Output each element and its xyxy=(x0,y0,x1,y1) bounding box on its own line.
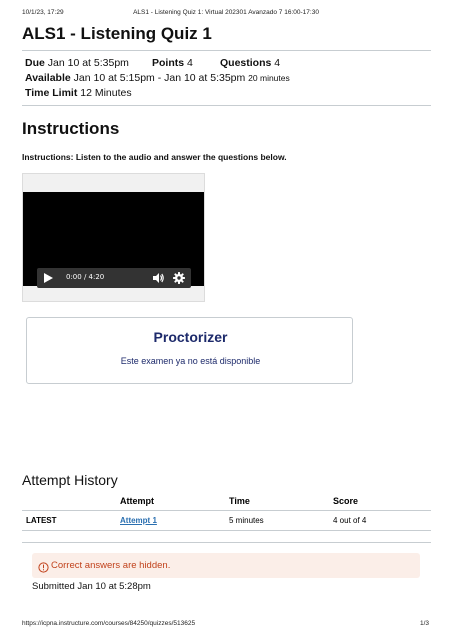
points-value: 4 xyxy=(187,57,193,69)
correct-answers-alert: Correct answers are hidden. xyxy=(32,553,420,578)
proctorizer-message: Este examen ya no está disponible xyxy=(120,356,261,366)
gear-icon[interactable] xyxy=(172,271,186,285)
questions-label: Questions xyxy=(220,57,272,69)
attempt-score: 4 out of 4 xyxy=(333,516,367,525)
volume-icon[interactable] xyxy=(151,271,165,285)
print-header: 10/1/23, 17:29 ALS1 - Listening Quiz 1: … xyxy=(0,9,452,21)
time-limit-label: Time Limit xyxy=(25,87,78,99)
attempt-history-heading: Attempt History xyxy=(22,472,118,488)
available-group: Available Jan 10 at 5:15pm - Jan 10 at 5… xyxy=(25,72,290,84)
attempt-link[interactable]: Attempt 1 xyxy=(120,516,157,525)
available-value: Jan 10 at 5:15pm - Jan 10 at 5:35pm xyxy=(73,72,246,84)
alert-text: Correct answers are hidden. xyxy=(51,560,171,571)
print-doc-title: ALS1 - Listening Quiz 1: Virtual 202301 … xyxy=(133,9,319,16)
points-label: Points xyxy=(152,57,185,69)
divider xyxy=(22,542,431,543)
time-limit-value: 12 Minutes xyxy=(80,87,132,99)
due-value: Jan 10 at 5:35pm xyxy=(47,57,129,69)
instructions-heading: Instructions xyxy=(22,119,120,138)
available-duration: 20 minutes xyxy=(248,73,290,83)
points-group: Points 4 xyxy=(152,57,193,69)
quiz-meta-row-1: Due Jan 10 at 5:35pm xyxy=(25,57,129,69)
questions-group: Questions 4 xyxy=(220,57,280,69)
instructions-text: Instructions: Listen to the audio and an… xyxy=(22,152,287,162)
attempt-history-table: Attempt Time Score LATEST Attempt 1 5 mi… xyxy=(22,493,431,531)
proctorizer-panel: Proctorizer Este examen ya no está dispo… xyxy=(26,317,353,384)
column-header-time: Time xyxy=(229,496,250,506)
video-controls: 0:00 / 4:20 xyxy=(37,268,191,288)
table-row: LATEST Attempt 1 5 minutes 4 out of 4 xyxy=(22,511,431,531)
video-player[interactable]: 0:00 / 4:20 xyxy=(22,173,205,302)
column-header-attempt: Attempt xyxy=(120,496,154,506)
attempt-time: 5 minutes xyxy=(229,516,264,525)
available-label: Available xyxy=(25,72,71,84)
due-label: Due xyxy=(25,57,45,69)
row-label: LATEST xyxy=(26,516,57,525)
quiz-title: ALS1 - Listening Quiz 1 xyxy=(22,24,212,43)
time-limit-group: Time Limit 12 Minutes xyxy=(25,87,132,99)
info-icon xyxy=(38,560,49,573)
column-header-score: Score xyxy=(333,496,359,506)
divider xyxy=(22,50,431,51)
print-url: https://icpna.instructure.com/courses/84… xyxy=(22,620,196,627)
video-time: 0:00 / 4:20 xyxy=(66,273,105,281)
table-header: Attempt Time Score xyxy=(22,493,431,511)
play-icon[interactable] xyxy=(41,271,55,285)
submitted-text: Submitted Jan 10 at 5:28pm xyxy=(32,581,151,592)
print-footer: https://icpna.instructure.com/courses/84… xyxy=(0,620,452,632)
proctorizer-title: Proctorizer xyxy=(153,329,228,345)
divider xyxy=(22,105,431,106)
page-number: 1/3 xyxy=(420,620,430,627)
questions-value: 4 xyxy=(274,57,281,69)
